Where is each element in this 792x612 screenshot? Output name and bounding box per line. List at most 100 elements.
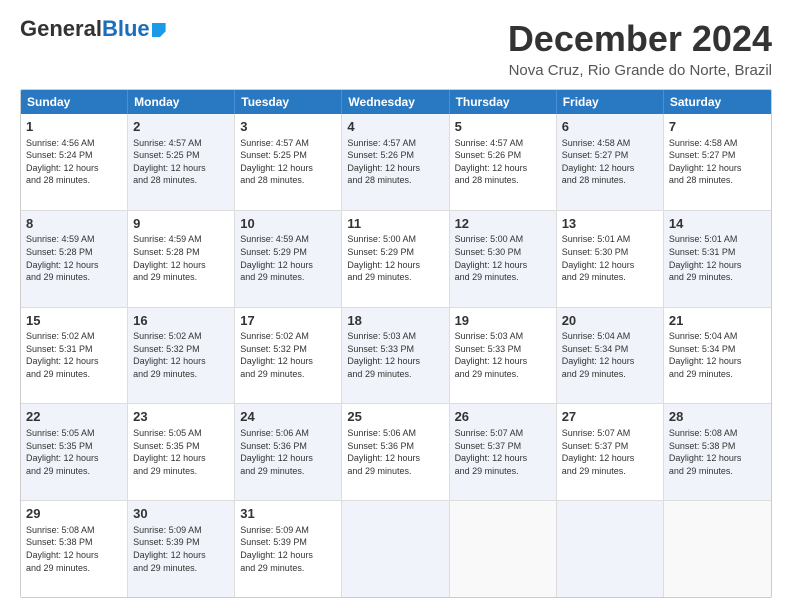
- day-number: 16: [133, 312, 229, 330]
- day-info: Sunrise: 5:05 AM Sunset: 5:35 PM Dayligh…: [133, 427, 229, 477]
- day-info: Sunrise: 5:04 AM Sunset: 5:34 PM Dayligh…: [669, 330, 766, 380]
- calendar-header-cell: Tuesday: [235, 90, 342, 114]
- day-info: Sunrise: 5:04 AM Sunset: 5:34 PM Dayligh…: [562, 330, 658, 380]
- logo-general: General: [20, 16, 102, 41]
- day-number: 6: [562, 118, 658, 136]
- calendar-cell: 31Sunrise: 5:09 AM Sunset: 5:39 PM Dayli…: [235, 501, 342, 597]
- calendar-cell: 23Sunrise: 5:05 AM Sunset: 5:35 PM Dayli…: [128, 404, 235, 500]
- calendar-cell: 12Sunrise: 5:00 AM Sunset: 5:30 PM Dayli…: [450, 211, 557, 307]
- calendar-cell: 18Sunrise: 5:03 AM Sunset: 5:33 PM Dayli…: [342, 308, 449, 404]
- calendar: SundayMondayTuesdayWednesdayThursdayFrid…: [20, 89, 772, 598]
- calendar-cell: 30Sunrise: 5:09 AM Sunset: 5:39 PM Dayli…: [128, 501, 235, 597]
- calendar-cell: 21Sunrise: 5:04 AM Sunset: 5:34 PM Dayli…: [664, 308, 771, 404]
- day-number: 20: [562, 312, 658, 330]
- calendar-row: 1Sunrise: 4:56 AM Sunset: 5:24 PM Daylig…: [21, 114, 771, 210]
- calendar-header-cell: Thursday: [450, 90, 557, 114]
- calendar-cell: 29Sunrise: 5:08 AM Sunset: 5:38 PM Dayli…: [21, 501, 128, 597]
- calendar-cell: 14Sunrise: 5:01 AM Sunset: 5:31 PM Dayli…: [664, 211, 771, 307]
- calendar-cell: 20Sunrise: 5:04 AM Sunset: 5:34 PM Dayli…: [557, 308, 664, 404]
- calendar-cell: 1Sunrise: 4:56 AM Sunset: 5:24 PM Daylig…: [21, 114, 128, 210]
- day-number: 17: [240, 312, 336, 330]
- day-info: Sunrise: 5:09 AM Sunset: 5:39 PM Dayligh…: [133, 524, 229, 574]
- day-info: Sunrise: 4:58 AM Sunset: 5:27 PM Dayligh…: [669, 137, 766, 187]
- day-number: 28: [669, 408, 766, 426]
- day-number: 5: [455, 118, 551, 136]
- day-number: 4: [347, 118, 443, 136]
- day-number: 22: [26, 408, 122, 426]
- day-number: 12: [455, 215, 551, 233]
- day-number: 10: [240, 215, 336, 233]
- calendar-header-cell: Monday: [128, 90, 235, 114]
- day-info: Sunrise: 5:07 AM Sunset: 5:37 PM Dayligh…: [455, 427, 551, 477]
- main-title: December 2024: [508, 18, 772, 60]
- day-info: Sunrise: 5:02 AM Sunset: 5:32 PM Dayligh…: [133, 330, 229, 380]
- day-info: Sunrise: 4:57 AM Sunset: 5:26 PM Dayligh…: [347, 137, 443, 187]
- day-info: Sunrise: 4:59 AM Sunset: 5:28 PM Dayligh…: [26, 233, 122, 283]
- calendar-cell: 15Sunrise: 5:02 AM Sunset: 5:31 PM Dayli…: [21, 308, 128, 404]
- calendar-cell: 2Sunrise: 4:57 AM Sunset: 5:25 PM Daylig…: [128, 114, 235, 210]
- day-number: 7: [669, 118, 766, 136]
- calendar-cell: 25Sunrise: 5:06 AM Sunset: 5:36 PM Dayli…: [342, 404, 449, 500]
- calendar-body: 1Sunrise: 4:56 AM Sunset: 5:24 PM Daylig…: [21, 114, 771, 597]
- day-number: 18: [347, 312, 443, 330]
- calendar-row: 15Sunrise: 5:02 AM Sunset: 5:31 PM Dayli…: [21, 307, 771, 404]
- day-number: 3: [240, 118, 336, 136]
- calendar-cell: 4Sunrise: 4:57 AM Sunset: 5:26 PM Daylig…: [342, 114, 449, 210]
- day-info: Sunrise: 5:02 AM Sunset: 5:32 PM Dayligh…: [240, 330, 336, 380]
- day-number: 1: [26, 118, 122, 136]
- calendar-cell: [664, 501, 771, 597]
- day-info: Sunrise: 5:08 AM Sunset: 5:38 PM Dayligh…: [26, 524, 122, 574]
- logo-icon: [152, 23, 166, 37]
- day-info: Sunrise: 4:59 AM Sunset: 5:28 PM Dayligh…: [133, 233, 229, 283]
- calendar-cell: 7Sunrise: 4:58 AM Sunset: 5:27 PM Daylig…: [664, 114, 771, 210]
- calendar-cell: 19Sunrise: 5:03 AM Sunset: 5:33 PM Dayli…: [450, 308, 557, 404]
- day-number: 26: [455, 408, 551, 426]
- day-number: 25: [347, 408, 443, 426]
- calendar-header-cell: Wednesday: [342, 90, 449, 114]
- day-number: 30: [133, 505, 229, 523]
- logo-text: GeneralBlue: [20, 18, 150, 40]
- calendar-header-cell: Sunday: [21, 90, 128, 114]
- day-info: Sunrise: 4:57 AM Sunset: 5:25 PM Dayligh…: [240, 137, 336, 187]
- calendar-cell: 8Sunrise: 4:59 AM Sunset: 5:28 PM Daylig…: [21, 211, 128, 307]
- day-number: 2: [133, 118, 229, 136]
- calendar-cell: [557, 501, 664, 597]
- calendar-cell: 11Sunrise: 5:00 AM Sunset: 5:29 PM Dayli…: [342, 211, 449, 307]
- day-info: Sunrise: 5:02 AM Sunset: 5:31 PM Dayligh…: [26, 330, 122, 380]
- calendar-row: 29Sunrise: 5:08 AM Sunset: 5:38 PM Dayli…: [21, 500, 771, 597]
- calendar-cell: 5Sunrise: 4:57 AM Sunset: 5:26 PM Daylig…: [450, 114, 557, 210]
- calendar-cell: 28Sunrise: 5:08 AM Sunset: 5:38 PM Dayli…: [664, 404, 771, 500]
- title-block: December 2024 Nova Cruz, Rio Grande do N…: [508, 18, 772, 79]
- page: GeneralBlue December 2024 Nova Cruz, Rio…: [0, 0, 792, 612]
- day-info: Sunrise: 4:57 AM Sunset: 5:26 PM Dayligh…: [455, 137, 551, 187]
- day-info: Sunrise: 5:07 AM Sunset: 5:37 PM Dayligh…: [562, 427, 658, 477]
- day-info: Sunrise: 5:00 AM Sunset: 5:29 PM Dayligh…: [347, 233, 443, 283]
- calendar-cell: 26Sunrise: 5:07 AM Sunset: 5:37 PM Dayli…: [450, 404, 557, 500]
- calendar-cell: 13Sunrise: 5:01 AM Sunset: 5:30 PM Dayli…: [557, 211, 664, 307]
- day-info: Sunrise: 4:57 AM Sunset: 5:25 PM Dayligh…: [133, 137, 229, 187]
- day-info: Sunrise: 5:00 AM Sunset: 5:30 PM Dayligh…: [455, 233, 551, 283]
- day-info: Sunrise: 4:58 AM Sunset: 5:27 PM Dayligh…: [562, 137, 658, 187]
- header: GeneralBlue December 2024 Nova Cruz, Rio…: [20, 18, 772, 79]
- day-info: Sunrise: 5:01 AM Sunset: 5:30 PM Dayligh…: [562, 233, 658, 283]
- day-number: 15: [26, 312, 122, 330]
- calendar-cell: [342, 501, 449, 597]
- day-number: 11: [347, 215, 443, 233]
- day-info: Sunrise: 4:59 AM Sunset: 5:29 PM Dayligh…: [240, 233, 336, 283]
- day-info: Sunrise: 5:09 AM Sunset: 5:39 PM Dayligh…: [240, 524, 336, 574]
- day-number: 23: [133, 408, 229, 426]
- calendar-header-cell: Saturday: [664, 90, 771, 114]
- day-number: 21: [669, 312, 766, 330]
- day-info: Sunrise: 5:06 AM Sunset: 5:36 PM Dayligh…: [347, 427, 443, 477]
- calendar-cell: 10Sunrise: 4:59 AM Sunset: 5:29 PM Dayli…: [235, 211, 342, 307]
- calendar-header-cell: Friday: [557, 90, 664, 114]
- day-number: 31: [240, 505, 336, 523]
- day-info: Sunrise: 5:03 AM Sunset: 5:33 PM Dayligh…: [347, 330, 443, 380]
- calendar-cell: 9Sunrise: 4:59 AM Sunset: 5:28 PM Daylig…: [128, 211, 235, 307]
- day-info: Sunrise: 5:01 AM Sunset: 5:31 PM Dayligh…: [669, 233, 766, 283]
- calendar-row: 22 Sunrise: 5:05 AM Sunset: 5:35 PM Dayli…: [21, 403, 771, 500]
- calendar-cell: 22Sunrise: 5:05 AM Sunset: 5:35 PM Dayli…: [21, 404, 128, 500]
- calendar-cell: [450, 501, 557, 597]
- day-number: 29: [26, 505, 122, 523]
- day-info: Sunrise: 5:03 AM Sunset: 5:33 PM Dayligh…: [455, 330, 551, 380]
